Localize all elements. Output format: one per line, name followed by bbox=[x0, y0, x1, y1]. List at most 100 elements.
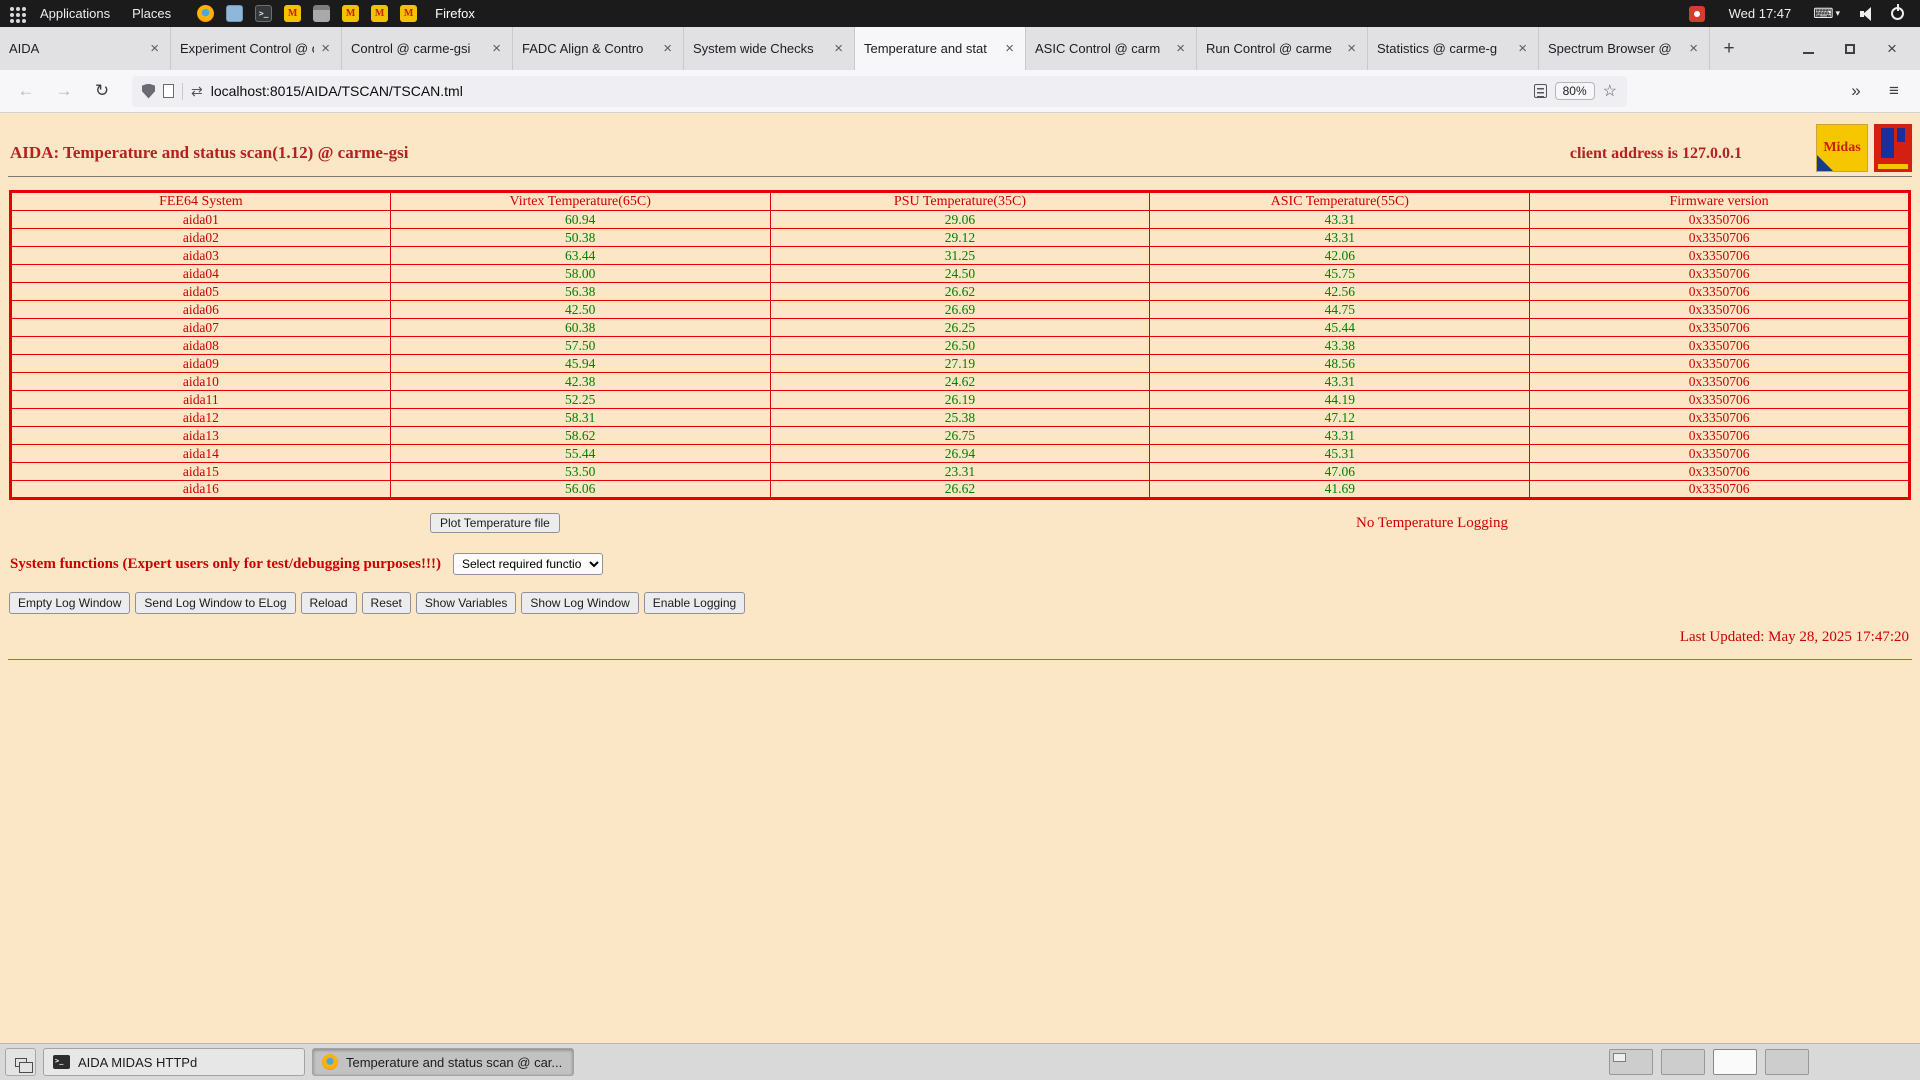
midas-logo: Midas bbox=[1816, 124, 1868, 172]
overflow-chevron-icon[interactable]: » bbox=[1840, 76, 1872, 106]
screenshot-icon[interactable] bbox=[313, 5, 330, 22]
cell-virtex-temp: 53.50 bbox=[390, 463, 770, 481]
cell-psu-temp: 23.31 bbox=[770, 463, 1150, 481]
browser-tab[interactable]: Spectrum Browser @ × bbox=[1539, 27, 1710, 70]
url-text[interactable]: localhost:8015/AIDA/TSCAN/TSCAN.tml bbox=[211, 83, 1526, 99]
cell-system: aida16 bbox=[11, 481, 391, 499]
tracking-shield-icon[interactable] bbox=[142, 84, 155, 99]
tab-close-icon[interactable]: × bbox=[1174, 40, 1187, 57]
tab-close-icon[interactable]: × bbox=[148, 40, 161, 57]
cell-psu-temp: 26.75 bbox=[770, 427, 1150, 445]
tab-close-icon[interactable]: × bbox=[661, 40, 674, 57]
terminal-icon[interactable]: >_ bbox=[255, 5, 272, 22]
tab-bar: AIDA × Experiment Control @ c × Control … bbox=[0, 27, 1920, 70]
tab-label: Run Control @ carme bbox=[1206, 41, 1340, 56]
page-title: AIDA: Temperature and status scan(1.12) … bbox=[10, 143, 408, 163]
tab-close-icon[interactable]: × bbox=[832, 40, 845, 57]
menu-hamburger-icon[interactable]: ≡ bbox=[1878, 76, 1910, 106]
action-button[interactable]: Send Log Window to ELog bbox=[135, 592, 295, 614]
close-button[interactable]: × bbox=[1884, 41, 1900, 57]
connection-icon[interactable]: ⇄ bbox=[191, 83, 203, 100]
tab-label: Control @ carme-gsi bbox=[351, 41, 485, 56]
window-list-button[interactable] bbox=[5, 1048, 36, 1076]
tab-close-icon[interactable]: × bbox=[1687, 40, 1700, 57]
plot-temperature-button[interactable]: Plot Temperature file bbox=[430, 513, 560, 533]
cell-firmware: 0x3350706 bbox=[1530, 337, 1910, 355]
navigation-toolbar: ← → ↻ ⇄ localhost:8015/AIDA/TSCAN/TSCAN.… bbox=[0, 70, 1920, 113]
cell-firmware: 0x3350706 bbox=[1530, 463, 1910, 481]
logos: Midas bbox=[1816, 124, 1912, 172]
table-row: aida13 58.62 26.75 43.31 0x3350706 bbox=[11, 427, 1910, 445]
files-icon[interactable] bbox=[226, 5, 243, 22]
action-button[interactable]: Show Log Window bbox=[521, 592, 638, 614]
cell-virtex-temp: 57.50 bbox=[390, 337, 770, 355]
keyboard-layout-icon[interactable]: ⌨▾ bbox=[1813, 5, 1840, 22]
workspace-pager bbox=[1609, 1049, 1809, 1075]
cell-system: aida02 bbox=[11, 229, 391, 247]
new-tab-button[interactable]: + bbox=[1710, 27, 1748, 70]
action-button[interactable]: Enable Logging bbox=[644, 592, 745, 614]
action-button[interactable]: Reload bbox=[301, 592, 357, 614]
workspace-4[interactable] bbox=[1765, 1049, 1809, 1075]
volume-icon[interactable] bbox=[1860, 7, 1875, 21]
browser-tab[interactable]: AIDA × bbox=[0, 27, 171, 70]
browser-tab[interactable]: ASIC Control @ carm × bbox=[1026, 27, 1197, 70]
panel-menu[interactable]: Applications bbox=[30, 0, 120, 27]
cell-firmware: 0x3350706 bbox=[1530, 229, 1910, 247]
cell-psu-temp: 31.25 bbox=[770, 247, 1150, 265]
midas-app-icon[interactable]: M bbox=[284, 5, 301, 22]
tab-close-icon[interactable]: × bbox=[490, 40, 503, 57]
desktop-top-panel: Applications Places >_ M M M M Firefox W… bbox=[0, 0, 1920, 27]
back-button[interactable]: ← bbox=[10, 76, 42, 106]
tab-close-icon[interactable]: × bbox=[1003, 40, 1016, 57]
reader-mode-icon[interactable] bbox=[1534, 84, 1547, 98]
tab-close-icon[interactable]: × bbox=[1516, 40, 1529, 57]
taskbar-window-button[interactable]: AIDA MIDAS HTTPd bbox=[43, 1048, 305, 1076]
cell-asic-temp: 45.44 bbox=[1150, 319, 1530, 337]
browser-tab[interactable]: Temperature and stat × bbox=[855, 27, 1026, 70]
tab-close-icon[interactable]: × bbox=[1345, 40, 1358, 57]
workspace-3[interactable] bbox=[1713, 1049, 1757, 1075]
table-row: aida06 42.50 26.69 44.75 0x3350706 bbox=[11, 301, 1910, 319]
browser-tab[interactable]: System wide Checks × bbox=[684, 27, 855, 70]
function-select[interactable]: Select required function bbox=[453, 553, 603, 575]
action-button[interactable]: Empty Log Window bbox=[9, 592, 130, 614]
clock[interactable]: Wed 17:47 bbox=[1717, 6, 1804, 21]
action-button[interactable]: Reset bbox=[362, 592, 411, 614]
zoom-level[interactable]: 80% bbox=[1555, 82, 1595, 100]
midas-app-icon[interactable]: M bbox=[342, 5, 359, 22]
midas-app-icon[interactable]: M bbox=[400, 5, 417, 22]
workspace-1[interactable] bbox=[1609, 1049, 1653, 1075]
workspace-2[interactable] bbox=[1661, 1049, 1705, 1075]
active-app-name: Firefox bbox=[435, 6, 475, 21]
browser-tab[interactable]: Statistics @ carme-g × bbox=[1368, 27, 1539, 70]
column-header: ASIC Temperature(55C) bbox=[1150, 192, 1530, 211]
cell-system: aida04 bbox=[11, 265, 391, 283]
panel-menu[interactable]: Places bbox=[122, 0, 181, 27]
maximize-button[interactable] bbox=[1842, 41, 1858, 57]
browser-tab[interactable]: FADC Align & Contro × bbox=[513, 27, 684, 70]
table-row: aida12 58.31 25.38 47.12 0x3350706 bbox=[11, 409, 1910, 427]
taskbar-window-button[interactable]: Temperature and status scan @ car... bbox=[312, 1048, 574, 1076]
bookmark-star-icon[interactable]: ☆ bbox=[1603, 81, 1617, 101]
reload-button[interactable]: ↻ bbox=[86, 76, 118, 106]
forward-button[interactable]: → bbox=[48, 76, 80, 106]
tab-close-icon[interactable]: × bbox=[319, 40, 332, 57]
notification-icon[interactable] bbox=[1689, 6, 1705, 22]
power-icon[interactable] bbox=[1891, 7, 1904, 20]
url-bar[interactable]: ⇄ localhost:8015/AIDA/TSCAN/TSCAN.tml 80… bbox=[132, 76, 1627, 107]
cell-firmware: 0x3350706 bbox=[1530, 301, 1910, 319]
window-icon bbox=[53, 1055, 70, 1069]
browser-tab[interactable]: Control @ carme-gsi × bbox=[342, 27, 513, 70]
cell-virtex-temp: 60.38 bbox=[390, 319, 770, 337]
browser-tab[interactable]: Run Control @ carme × bbox=[1197, 27, 1368, 70]
cell-virtex-temp: 56.38 bbox=[390, 283, 770, 301]
minimize-button[interactable] bbox=[1800, 41, 1816, 57]
cell-virtex-temp: 55.44 bbox=[390, 445, 770, 463]
action-button[interactable]: Show Variables bbox=[416, 592, 517, 614]
browser-tab[interactable]: Experiment Control @ c × bbox=[171, 27, 342, 70]
page-info-icon[interactable] bbox=[163, 84, 174, 98]
table-row: aida09 45.94 27.19 48.56 0x3350706 bbox=[11, 355, 1910, 373]
midas-app-icon[interactable]: M bbox=[371, 5, 388, 22]
firefox-icon[interactable] bbox=[197, 5, 214, 22]
